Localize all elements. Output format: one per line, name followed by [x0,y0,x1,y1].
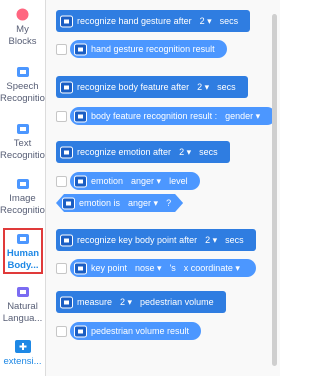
block-text: recognize body feature after [77,82,190,92]
monitor-checkbox[interactable] [56,263,67,274]
category-label: Recognitio [0,205,45,216]
block-text: emotion is [79,198,121,208]
ai-extension-icon [74,262,87,274]
block-text: body feature recognition result : [91,111,218,121]
key-point-coordinate-reporter[interactable]: key point nose ▾ 's x coordinate ▾ [70,259,256,277]
emotion-level-reporter[interactable]: emotion anger ▾ level [70,172,200,190]
monitor-checkbox[interactable] [56,111,67,122]
block-palette: recognize hand gesture after 2 ▾ secs ha… [46,0,280,376]
category-label: My [16,24,29,35]
category-label: Natural [7,301,38,312]
category-label: Recognitio [0,93,45,104]
body-feature-result-reporter[interactable]: body feature recognition result : gender… [70,107,277,125]
human-body-icon [17,234,29,244]
block-text: emotion [91,176,124,186]
category-label: Human [6,248,40,259]
seconds-dropdown[interactable]: 2 ▾ [193,80,213,94]
body-point-dropdown[interactable]: nose ▾ [131,261,166,275]
category-label: Langua... [2,313,43,324]
block-text: secs [199,147,218,157]
coordinate-dropdown[interactable]: x coordinate ▾ [180,261,244,275]
natural-language-icon [16,287,29,297]
ai-extension-icon [60,234,73,246]
block-text: secs [219,16,239,26]
category-sidebar: My Blocks Speech Recognitio Text Recogni… [0,0,46,376]
add-extension-icon [14,340,31,353]
block-text: level [169,176,188,186]
block-text: recognize emotion after [77,147,172,157]
recognize-body-feature-block[interactable]: recognize body feature after 2 ▾ secs [56,76,248,98]
extension-label: extensi... [3,356,42,367]
category-label: Text [13,138,32,149]
block-text: secs [217,82,236,92]
my-blocks-icon [16,8,29,21]
category-my-blocks[interactable]: My Blocks [0,8,45,48]
feature-dropdown[interactable]: gender ▾ [221,109,264,123]
ai-extension-icon [74,175,87,187]
category-speech-recognition[interactable]: Speech Recognitio [0,66,45,105]
category-natural-language[interactable]: Natural Langua... [0,286,45,325]
seconds-dropdown[interactable]: 2 ▾ [201,233,221,247]
emotion-is-boolean-block[interactable]: emotion is anger ▾ ? [56,194,183,212]
ai-extension-icon [74,110,87,122]
palette-scrollbar[interactable] [272,14,277,366]
monitor-checkbox[interactable] [56,44,67,55]
ai-extension-icon [60,296,73,308]
recognize-key-body-point-block[interactable]: recognize key body point after 2 ▾ secs [56,229,256,251]
pedestrian-volume-result-reporter[interactable]: pedestrian volume result [70,322,202,340]
recognize-emotion-block[interactable]: recognize emotion after 2 ▾ secs [56,141,230,163]
block-text: secs [225,235,244,245]
category-label: Recognitio [0,150,45,161]
seconds-dropdown[interactable]: 2 ▾ [116,295,136,309]
ai-extension-icon [74,325,87,337]
speech-recognition-icon [16,67,29,77]
ai-extension-icon [74,43,87,55]
category-label: Body... [7,260,39,271]
category-label: Image [9,193,36,204]
category-human-body[interactable]: Human Body... [3,228,43,274]
category-image-recognition[interactable]: Image Recognitio [0,178,45,217]
category-label: Speech [6,81,39,92]
block-text: ? [166,198,172,208]
seconds-dropdown[interactable]: 2 ▾ [196,14,216,28]
category-text-recognition[interactable]: Text Recognitio [0,123,45,162]
ai-extension-icon [60,81,73,93]
block-text: recognize hand gesture after [77,16,192,26]
seconds-dropdown[interactable]: 2 ▾ [175,145,195,159]
emotion-dropdown[interactable]: anger ▾ [127,174,165,188]
text-recognition-icon [16,124,29,134]
image-recognition-icon [16,179,29,189]
ai-extension-icon [62,197,75,210]
category-label: Blocks [8,36,37,47]
block-text: measure [77,297,113,307]
category-extension[interactable]: extensi... [0,340,45,368]
block-text: hand gesture recognition result [91,44,215,54]
emotion-dropdown[interactable]: anger ▾ [124,196,162,210]
block-text: recognize key body point after [77,235,198,245]
block-text: 's [169,263,176,273]
block-text: pedestrian volume [140,297,214,307]
recognize-hand-gesture-block[interactable]: recognize hand gesture after 2 ▾ secs [56,10,251,32]
hand-gesture-result-reporter[interactable]: hand gesture recognition result [70,40,227,58]
monitor-checkbox[interactable] [56,326,67,337]
measure-pedestrian-volume-block[interactable]: measure 2 ▾ pedestrian volume [56,291,226,313]
ai-extension-icon [60,146,73,158]
monitor-checkbox[interactable] [56,176,67,187]
block-text: key point [91,263,128,273]
ai-extension-icon [60,15,73,27]
block-text: pedestrian volume result [91,326,190,336]
